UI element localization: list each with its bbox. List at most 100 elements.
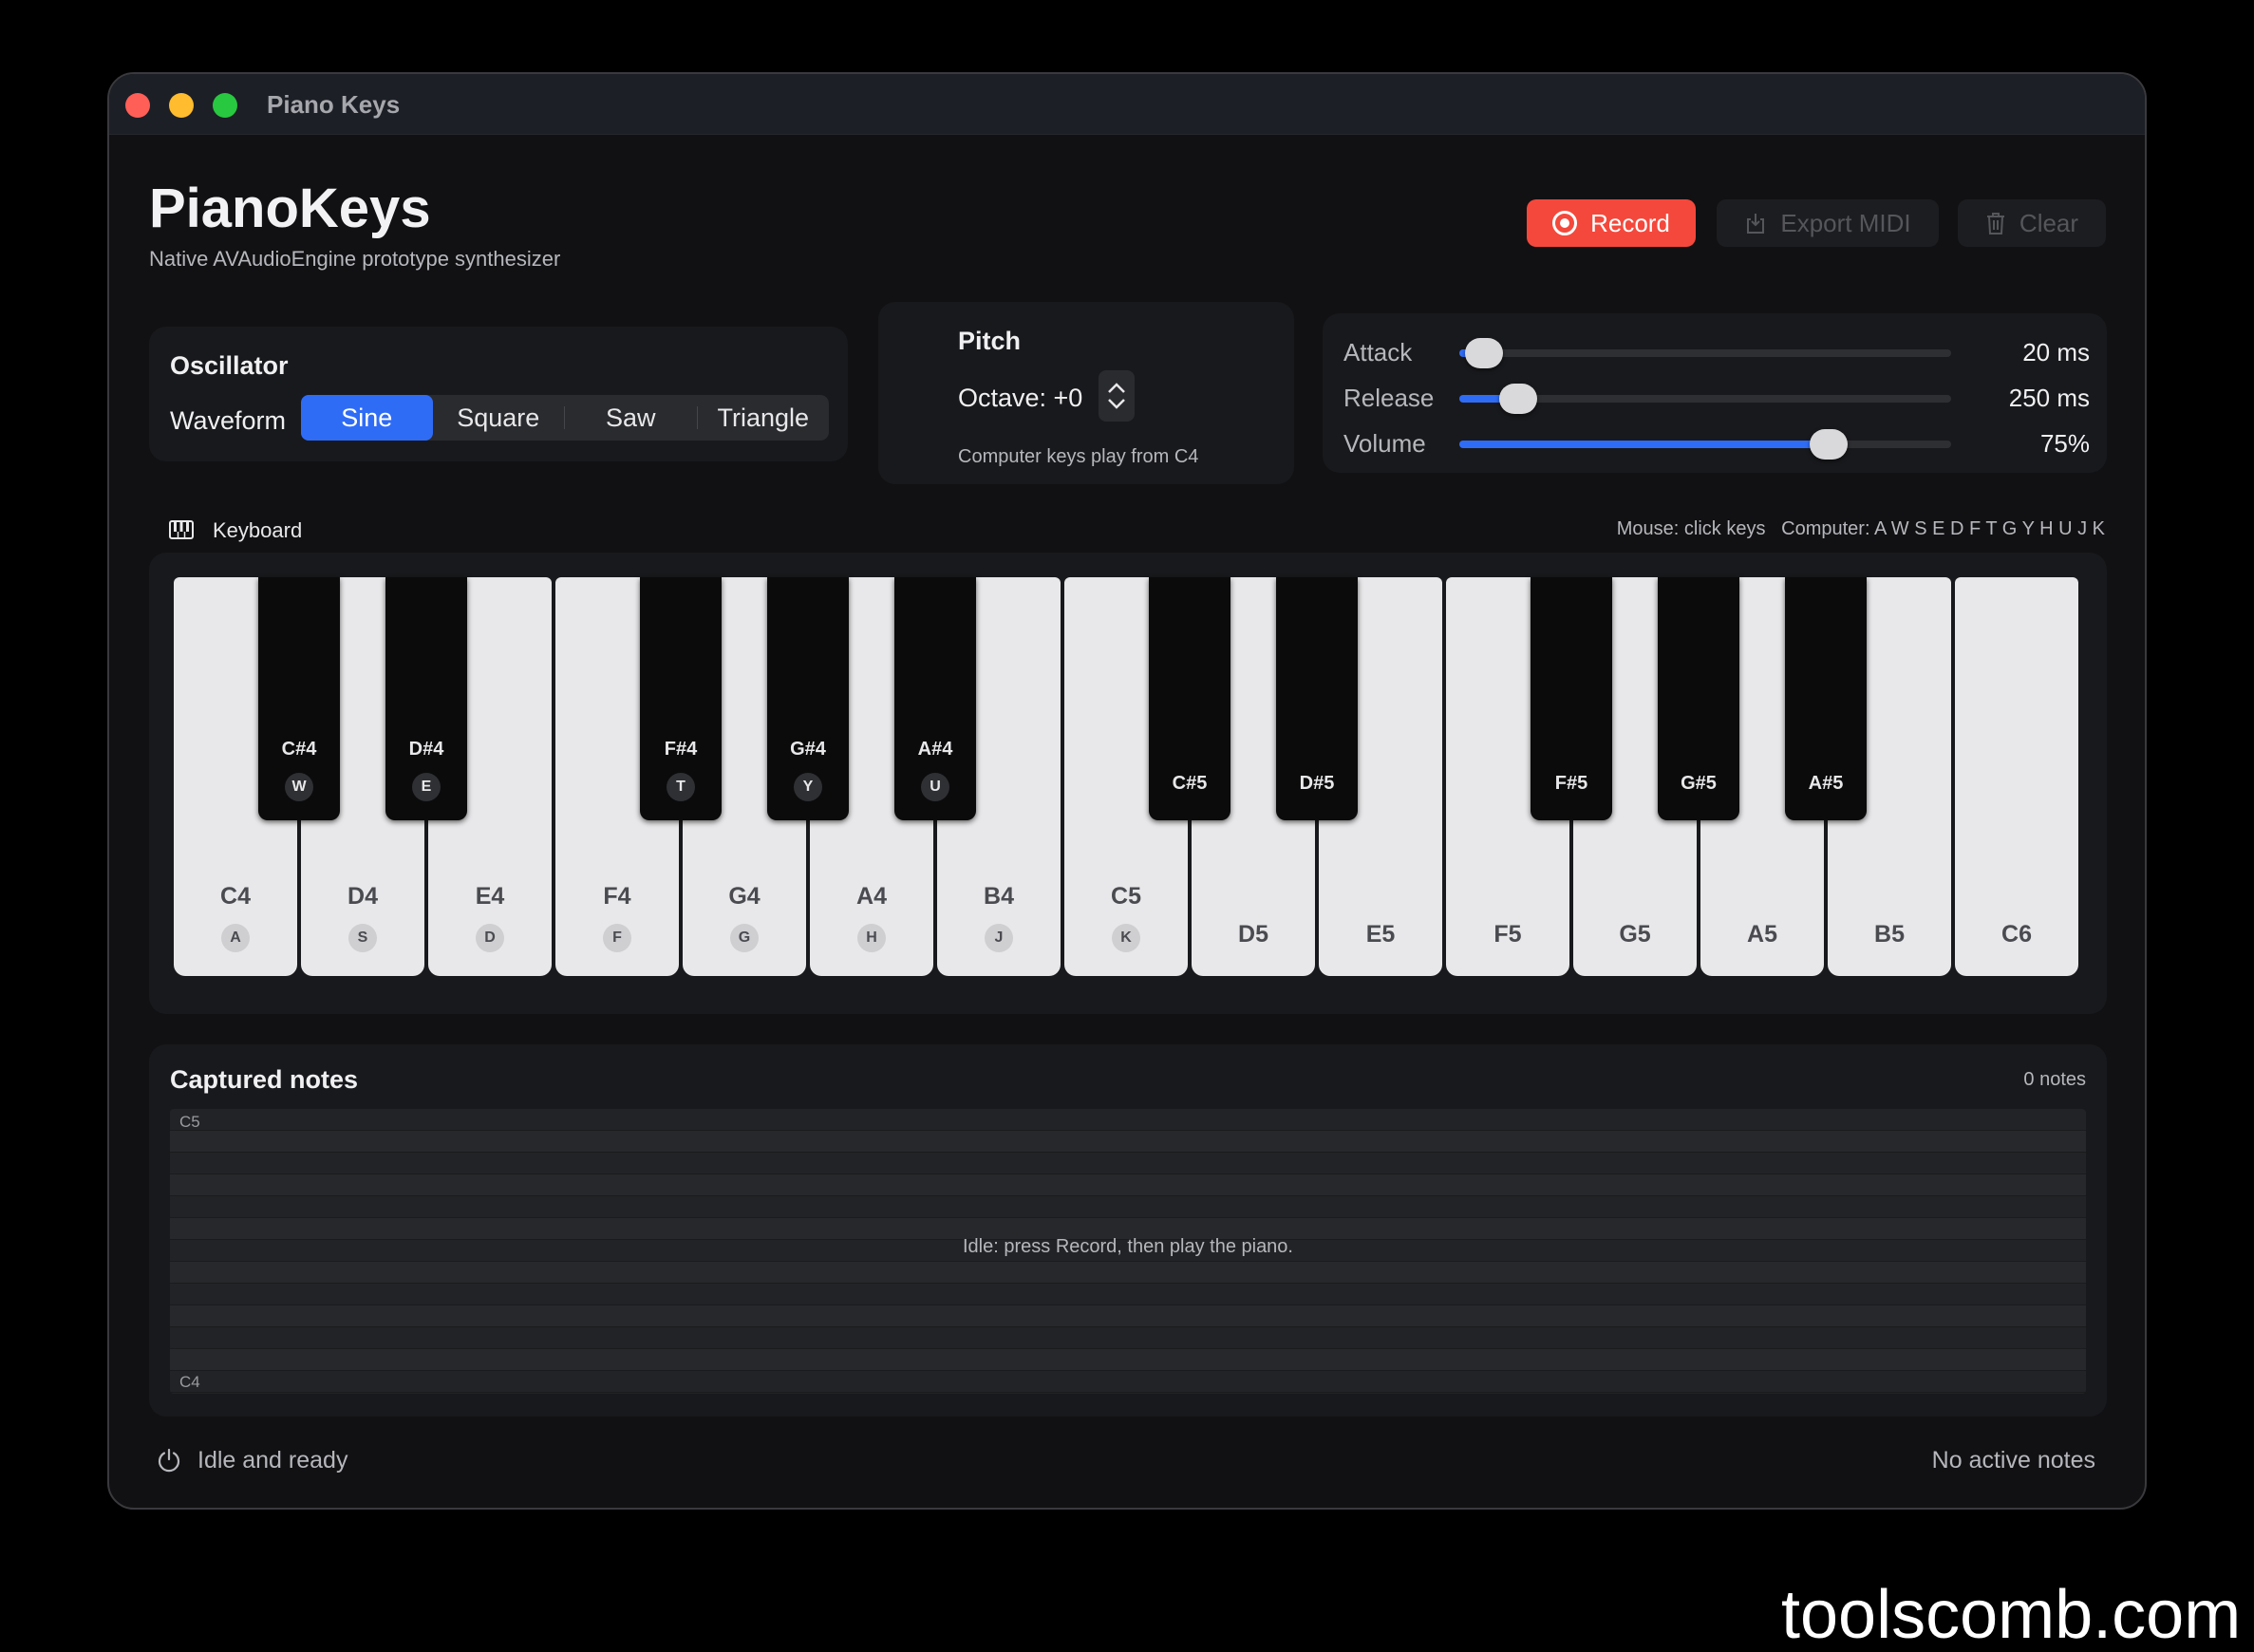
captured-notes-panel: Captured notes 0 notes C5 C4 Idle: press… [149, 1044, 2107, 1417]
release-row: Release 250 ms [1343, 378, 2090, 416]
keyboard-hint: Mouse: click keys Computer: A W S E D F … [1616, 518, 2105, 539]
key-note-label: C#4 [281, 739, 317, 760]
app-subtitle: Native AVAudioEngine prototype synthesiz… [149, 247, 561, 271]
attack-slider[interactable] [1459, 338, 1951, 368]
waveform-segmented-control: Sine Square Saw Triangle [301, 395, 829, 441]
envelope-panel: Attack 20 ms Release 250 ms Volume 75% [1323, 313, 2107, 473]
piano-roll-lane [170, 1109, 2086, 1131]
status-text: Idle and ready [197, 1447, 348, 1474]
key-note-label: G#5 [1681, 773, 1717, 794]
black-key[interactable]: A#4 U [894, 577, 976, 820]
clear-label: Clear [2019, 208, 2079, 237]
key-note-label: A4 [856, 883, 887, 910]
key-note-label: C#5 [1172, 773, 1208, 794]
key-note-label: A#4 [917, 739, 953, 760]
export-midi-button[interactable]: Export MIDI [1717, 199, 1939, 247]
black-key[interactable]: D#5 [1276, 577, 1358, 820]
waveform-label: Waveform [170, 406, 287, 435]
key-shortcut-badge: D [476, 924, 504, 952]
window-title: Piano Keys [267, 90, 401, 119]
key-shortcut-badge: U [921, 773, 949, 801]
active-notes-status: No active notes [1931, 1447, 2095, 1474]
white-key[interactable]: C6 [1955, 577, 2078, 976]
release-slider[interactable] [1459, 384, 1951, 414]
volume-value: 75% [2039, 429, 2090, 458]
record-icon [1552, 211, 1578, 235]
minimize-window-button[interactable] [169, 93, 194, 118]
key-note-label: C5 [1111, 883, 1141, 910]
piano-keys-icon [169, 520, 194, 539]
key-shortcut-badge: K [1112, 924, 1140, 952]
key-shortcut-badge: E [412, 773, 441, 801]
key-note-label: E4 [475, 883, 505, 910]
piano-roll-lane [170, 1284, 2086, 1305]
pitch-title: Pitch [958, 327, 1022, 355]
key-note-label: B5 [1874, 921, 1905, 948]
octave-value: Octave: +0 [958, 384, 1083, 412]
piano-roll-lane [170, 1196, 2086, 1218]
piano-roll-lane [170, 1327, 2086, 1349]
volume-row: Volume 75% [1343, 423, 2090, 461]
black-key[interactable]: A#5 [1785, 577, 1867, 820]
black-key[interactable]: G#4 Y [767, 577, 849, 820]
release-slider-knob[interactable] [1499, 384, 1538, 414]
octave-stepper[interactable] [1099, 370, 1135, 422]
key-note-label: D5 [1238, 921, 1268, 948]
black-key[interactable]: D#4 E [385, 577, 467, 820]
volume-slider[interactable] [1459, 429, 1951, 460]
key-shortcut-badge: S [348, 924, 377, 952]
release-label: Release [1343, 384, 1435, 412]
waveform-option-sine[interactable]: Sine [301, 395, 433, 441]
attack-row: Attack 20 ms [1343, 332, 2090, 370]
volume-label: Volume [1343, 429, 1426, 458]
black-key[interactable]: G#5 [1658, 577, 1739, 820]
key-note-label: G#4 [790, 739, 826, 760]
waveform-option-triangle[interactable]: Triangle [698, 395, 830, 441]
key-note-label: F5 [1493, 921, 1522, 948]
chevron-up-icon[interactable] [1106, 381, 1127, 396]
piano-roll-bottom-label: C4 [179, 1373, 200, 1391]
close-window-button[interactable] [125, 93, 150, 118]
black-key[interactable]: C#5 [1149, 577, 1230, 820]
key-shortcut-badge: A [221, 924, 250, 952]
piano-roll-lane [170, 1349, 2086, 1371]
waveform-option-saw[interactable]: Saw [565, 395, 697, 441]
key-note-label: F#4 [664, 739, 698, 760]
app-window: Piano Keys PianoKeys Native AVAudioEngin… [107, 72, 2147, 1510]
waveform-option-square[interactable]: Square [433, 395, 565, 441]
key-note-label: C4 [220, 883, 251, 910]
keyboard-title: Keyboard [213, 518, 303, 542]
key-note-label: G4 [728, 883, 761, 910]
attack-label: Attack [1343, 338, 1413, 366]
black-key[interactable]: F#5 [1531, 577, 1612, 820]
piano-roll-lane [170, 1305, 2086, 1327]
black-key[interactable]: C#4 W [258, 577, 340, 820]
volume-slider-fill [1459, 441, 1829, 448]
key-note-label: A#5 [1808, 773, 1844, 794]
piano-keyboard: C4 A D4 S E4 D F4 F G4 G A4 H B4 J C5 K D5 E5 F5 G5 A5 B5 C6 C#… [174, 577, 2080, 976]
chevron-down-icon[interactable] [1106, 396, 1127, 411]
clear-button[interactable]: Clear [1958, 199, 2106, 247]
trash-icon [1986, 213, 2004, 235]
pitch-note: Computer keys play from C4 [958, 446, 1199, 467]
key-shortcut-badge: W [285, 773, 313, 801]
piano-roll-message: Idle: press Record, then play the piano. [963, 1236, 1293, 1257]
piano-roll-top-label: C5 [179, 1113, 200, 1131]
key-note-label: D4 [347, 883, 378, 910]
attack-slider-knob[interactable] [1464, 338, 1503, 368]
black-key[interactable]: F#4 T [640, 577, 722, 820]
volume-slider-knob[interactable] [1809, 429, 1848, 460]
zoom-window-button[interactable] [213, 93, 237, 118]
record-button[interactable]: Record [1527, 199, 1696, 247]
key-shortcut-badge: Y [794, 773, 822, 801]
power-icon [158, 1448, 180, 1473]
export-midi-label: Export MIDI [1780, 208, 1911, 237]
key-shortcut-badge: J [985, 924, 1013, 952]
release-value: 250 ms [2008, 384, 2090, 412]
app-title: PianoKeys [149, 178, 431, 239]
piano-roll-lane [170, 1131, 2086, 1153]
key-note-label: E5 [1365, 921, 1396, 948]
key-shortcut-badge: H [857, 924, 886, 952]
key-note-label: D#5 [1299, 773, 1335, 794]
key-note-label: C6 [2001, 921, 2032, 948]
